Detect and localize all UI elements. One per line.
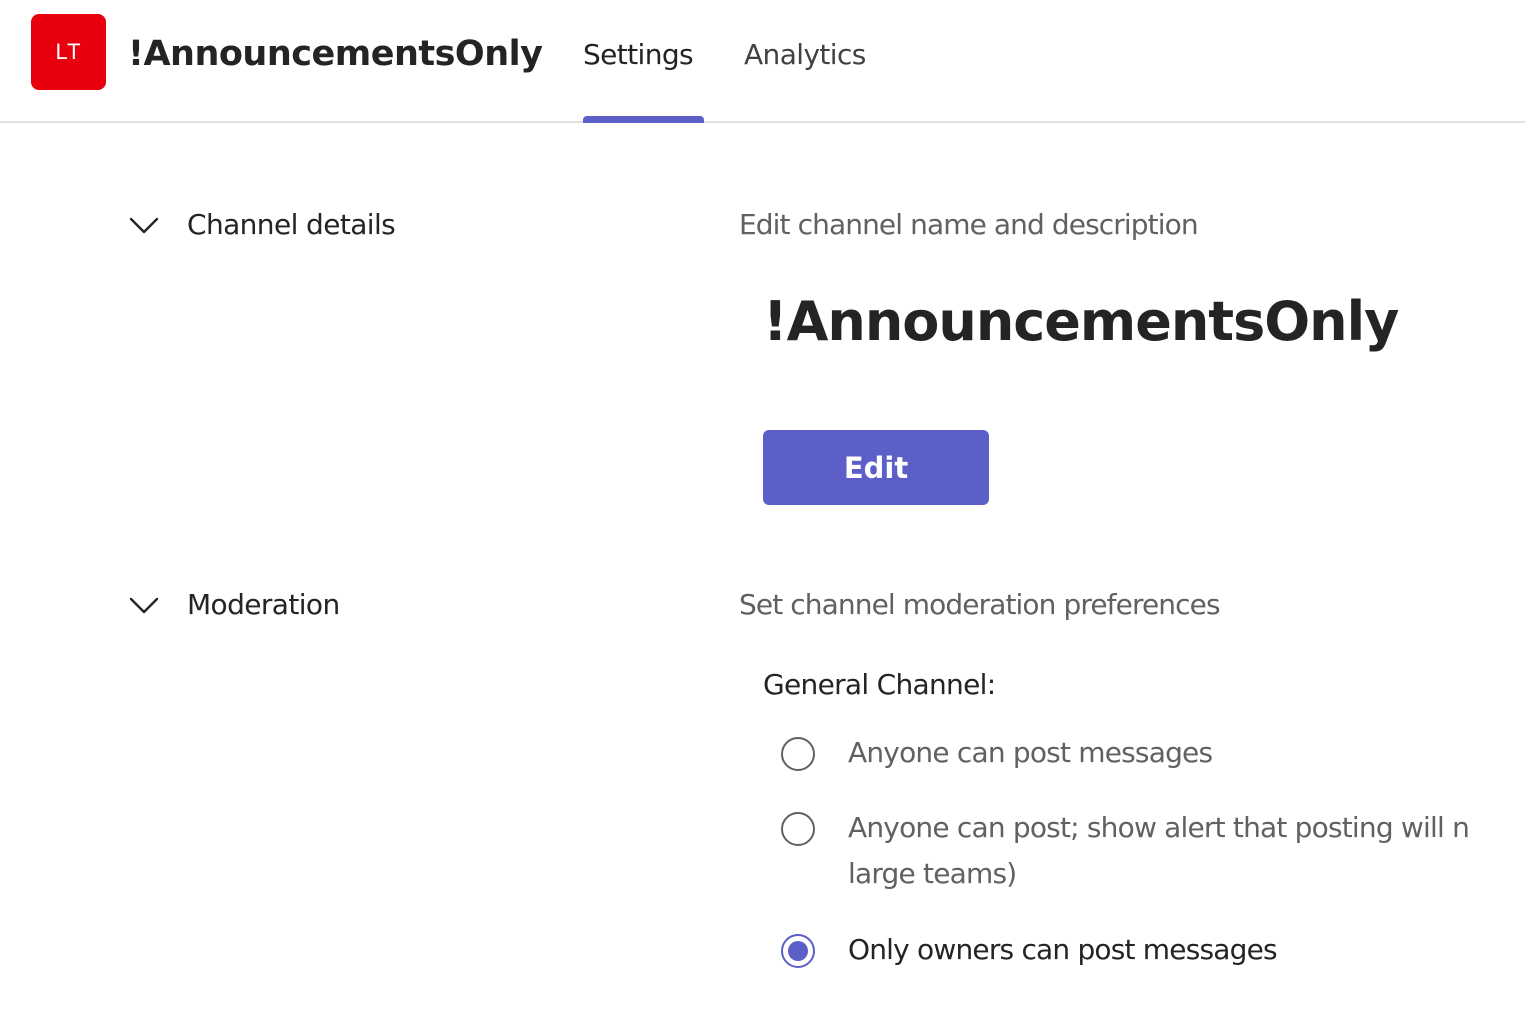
general-channel-label: General Channel: xyxy=(763,668,996,701)
edit-button[interactable]: Edit xyxy=(763,430,989,505)
tab-settings[interactable]: Settings xyxy=(583,33,704,77)
chevron-down-icon[interactable] xyxy=(129,215,159,235)
radio-button[interactable] xyxy=(781,737,815,771)
page-title: !AnnouncementsOnly xyxy=(128,34,543,74)
radio-selected-dot xyxy=(788,941,808,961)
radio-label: Only owners can post messages xyxy=(848,933,1278,966)
radio-label-continued: large teams) xyxy=(848,857,1017,890)
radio-option-anyone-can-post[interactable]: Anyone can post messages xyxy=(780,736,1525,777)
radio-option-only-owners[interactable]: Only owners can post messages xyxy=(780,933,1525,974)
radio-label: Anyone can post; show alert that posting… xyxy=(848,811,1470,844)
chevron-down-icon[interactable] xyxy=(129,595,159,615)
team-avatar: LT xyxy=(31,14,106,90)
moderation-description: Set channel moderation preferences xyxy=(739,588,1221,621)
channel-name: !AnnouncementsOnly xyxy=(763,290,1399,353)
tab-analytics[interactable]: Analytics xyxy=(744,33,866,77)
channel-details-description: Edit channel name and description xyxy=(739,208,1199,241)
app-header: LT !AnnouncementsOnly Settings Analytics xyxy=(0,0,1525,123)
section-label-channel-details[interactable]: Channel details xyxy=(187,205,396,245)
radio-option-anyone-can-post-with-alert[interactable]: Anyone can post; show alert that posting… xyxy=(780,811,1525,902)
section-label-moderation[interactable]: Moderation xyxy=(187,585,340,625)
active-tab-indicator xyxy=(583,116,704,123)
radio-button-selected[interactable] xyxy=(781,934,815,968)
radio-button[interactable] xyxy=(781,812,815,846)
avatar-initials: LT xyxy=(55,39,82,64)
radio-label: Anyone can post messages xyxy=(848,736,1213,769)
